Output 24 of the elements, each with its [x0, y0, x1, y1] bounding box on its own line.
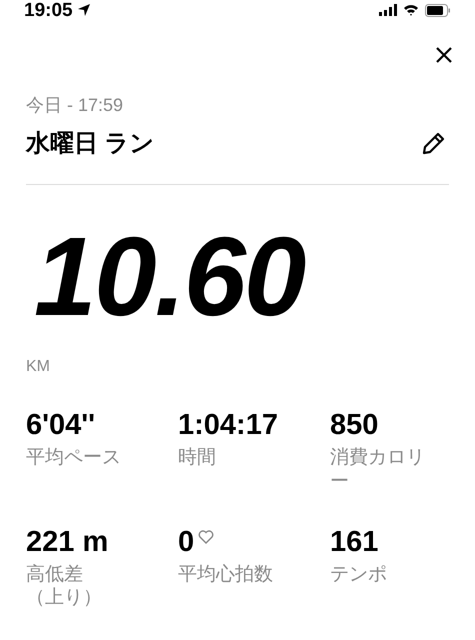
- wifi-icon: [403, 4, 419, 16]
- status-time: 19:05: [24, 0, 73, 20]
- stat-value: 850: [330, 411, 378, 440]
- stat-label: 高低差（上り）: [26, 562, 103, 610]
- distance-value: 10.60: [33, 221, 304, 333]
- pencil-icon: [420, 131, 446, 157]
- activity-title: 水曜日 ラン: [26, 132, 155, 156]
- battery-icon: [425, 4, 451, 16]
- stat-label: 時間: [178, 446, 217, 470]
- activity-date: 今日 - 17:59: [26, 96, 124, 114]
- close-icon: [435, 46, 453, 64]
- stat-label: 消費カロリー: [330, 446, 426, 494]
- signal-icon: [379, 4, 397, 16]
- stat-value: 1:04:17: [178, 411, 278, 440]
- stat-value: 161: [330, 528, 378, 556]
- stat-label: テンポ: [330, 562, 388, 586]
- stat-value: 221 m: [26, 528, 108, 556]
- location-arrow-icon: [76, 3, 91, 17]
- stat-label: 平均ペース: [26, 446, 122, 470]
- stat-label: 平均心拍数: [178, 562, 274, 586]
- stat-value: 0: [178, 528, 194, 556]
- heart-icon: [198, 530, 214, 544]
- distance-unit: KM: [26, 359, 51, 375]
- stat-value: 6'04'': [26, 411, 96, 440]
